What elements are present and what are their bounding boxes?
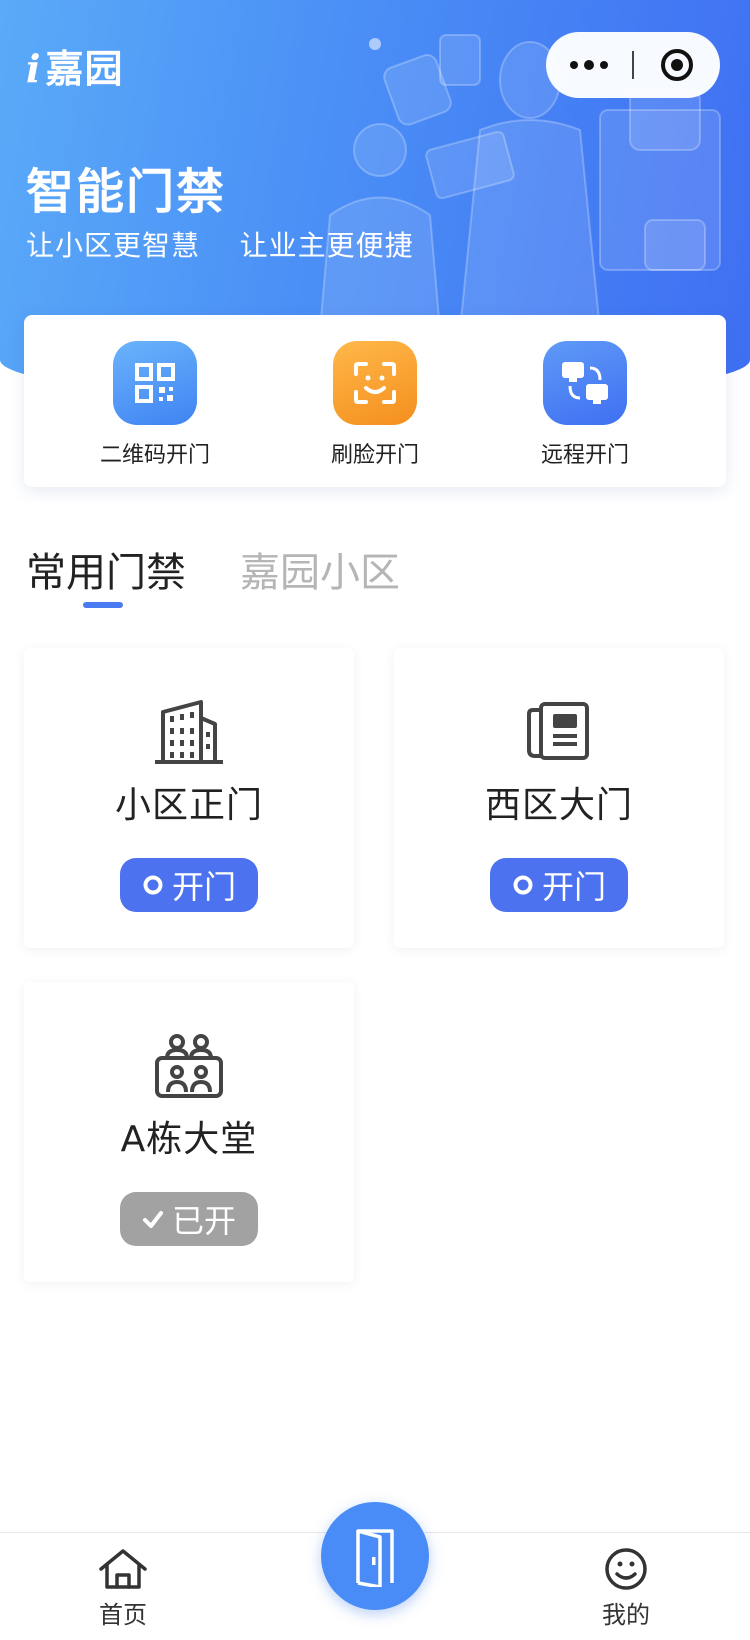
center-door-button[interactable] (321, 1502, 429, 1610)
tab-community[interactable]: 嘉园小区 (240, 540, 400, 598)
door-card-lobby: A栋大堂 已开 (24, 982, 354, 1282)
page-subtitle: 让小区更智慧 让业主更便捷 (26, 229, 414, 262)
opened-status-button: 已开 (120, 1192, 258, 1246)
more-dots-icon (570, 60, 608, 70)
remote-open-button[interactable]: 远程开门 (505, 341, 665, 469)
face-scan-icon (333, 341, 417, 425)
more-button[interactable] (546, 32, 632, 98)
circle-icon (143, 875, 163, 895)
building-icon (155, 700, 223, 764)
miniprogram-capsule (546, 32, 720, 98)
opened-status-label: 已开 (171, 1202, 236, 1240)
smiley-icon (605, 1548, 647, 1590)
nav-home[interactable]: 首页 (63, 1547, 183, 1630)
home-icon (99, 1549, 147, 1589)
qrcode-icon (113, 341, 197, 425)
remote-open-label: 远程开门 (540, 443, 629, 468)
qrcode-open-button[interactable]: 二维码开门 (75, 341, 235, 469)
target-icon (661, 49, 693, 81)
door-name: A栋大堂 (120, 1119, 258, 1160)
brand-logo: i 嘉园 (26, 38, 123, 93)
door-name: 小区正门 (114, 785, 263, 826)
brand-mark: i (26, 46, 42, 91)
open-door-button[interactable]: 开门 (120, 858, 258, 912)
check-icon (142, 1211, 163, 1228)
nav-mine[interactable]: 我的 (566, 1547, 686, 1630)
door-name: 西区大门 (484, 785, 633, 826)
active-tab-indicator (83, 602, 123, 608)
open-door-button[interactable]: 开门 (490, 858, 628, 912)
lobby-people-icon (155, 1034, 223, 1098)
face-open-label: 刷脸开门 (330, 443, 419, 468)
nav-mine-label: 我的 (602, 1601, 650, 1629)
qrcode-open-label: 二维码开门 (99, 443, 210, 468)
remote-network-icon (543, 341, 627, 425)
door-card-main-gate: 小区正门 开门 (24, 648, 354, 948)
tab-common-doors[interactable]: 常用门禁 (26, 540, 186, 598)
intercom-icon (527, 702, 589, 760)
door-icon (356, 1529, 394, 1587)
open-door-label: 开门 (541, 868, 606, 906)
nav-home-label: 首页 (99, 1601, 147, 1629)
brand-name: 嘉园 (45, 47, 124, 91)
door-card-west-gate: 西区大门 开门 (394, 648, 724, 948)
close-button[interactable] (634, 32, 720, 98)
circle-icon (513, 875, 533, 895)
page-title: 智能门禁 (26, 164, 227, 220)
quick-actions-card: 二维码开门 刷脸开门 远程开门 (24, 315, 726, 487)
open-door-label: 开门 (171, 868, 236, 906)
face-open-button[interactable]: 刷脸开门 (295, 341, 455, 469)
